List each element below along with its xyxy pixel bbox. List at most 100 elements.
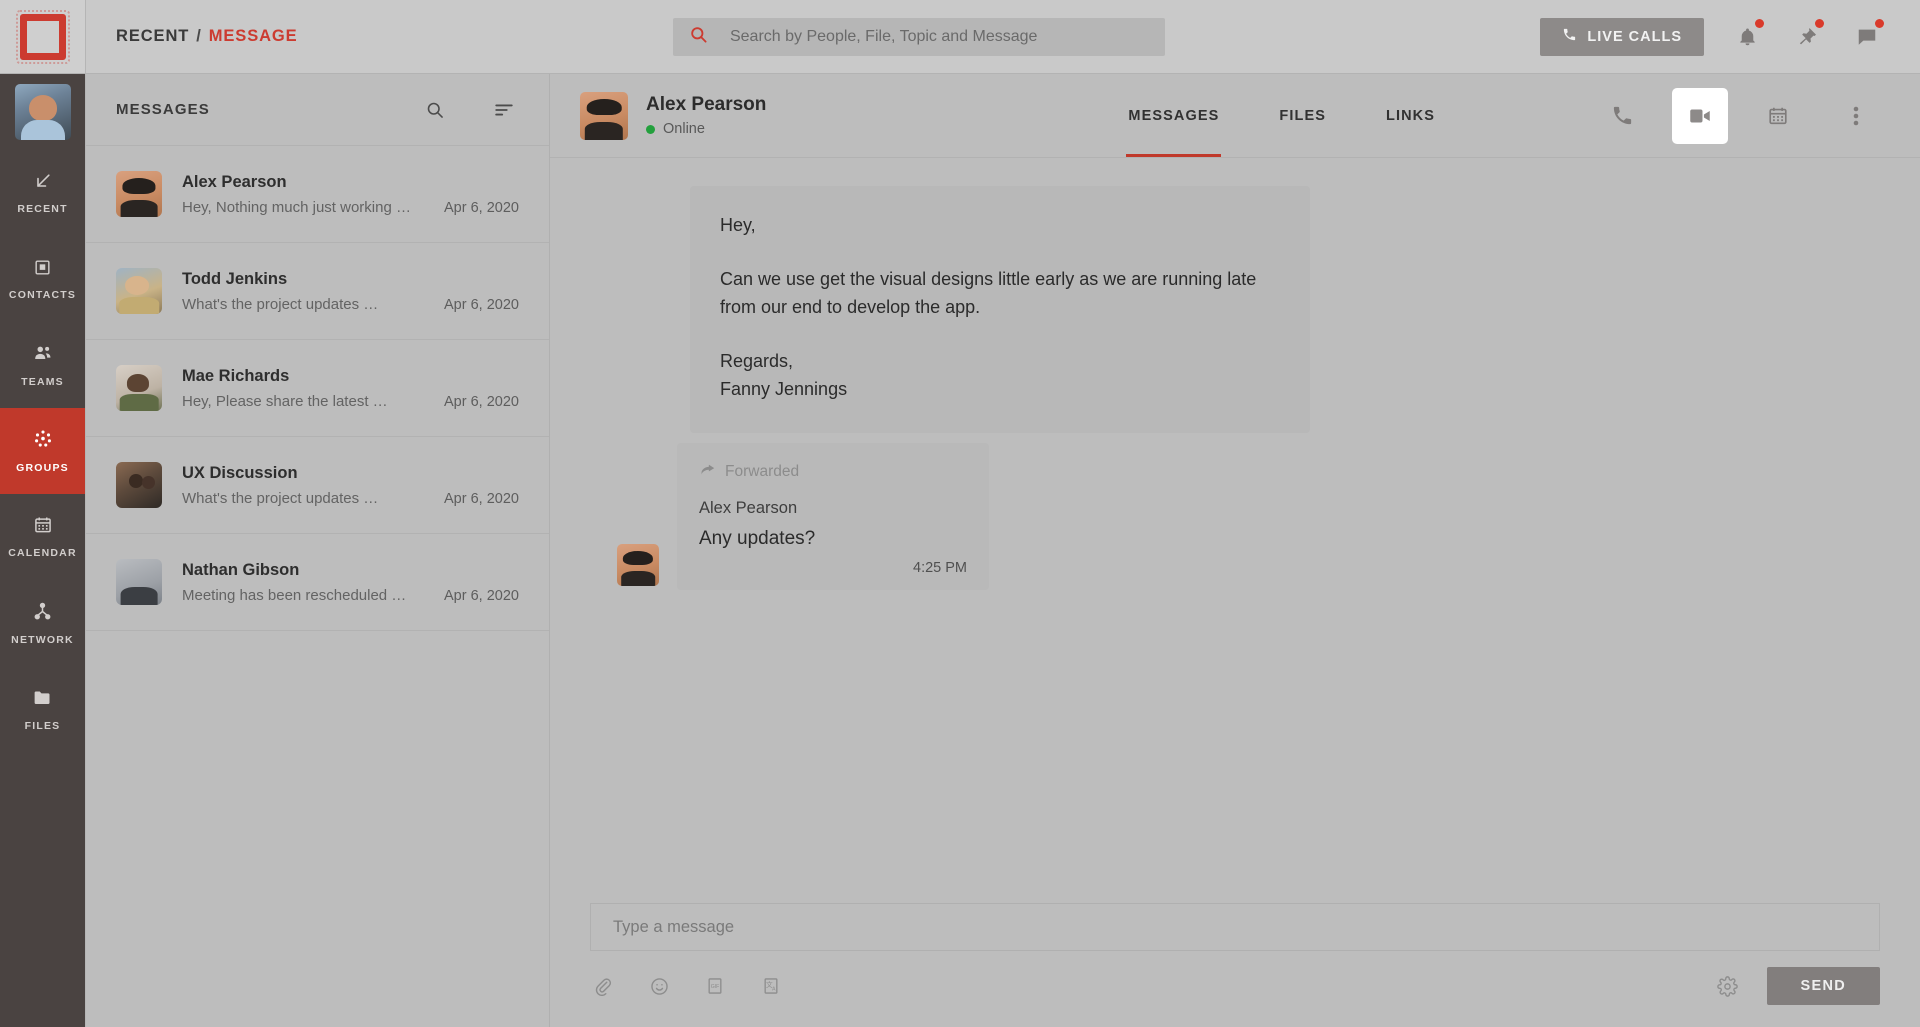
conversation-preview: Meeting has been rescheduled … [182, 586, 407, 604]
list-item[interactable]: UX Discussion What's the project updates… [86, 437, 549, 534]
list-item[interactable]: Mae Richards Hey, Please share the lates… [86, 340, 549, 437]
messages-area: Hey, Can we use get the visual designs l… [550, 158, 1920, 903]
composer-right-actions: SEND [1715, 967, 1880, 1005]
message-list-title: MESSAGES [116, 101, 210, 118]
conversation-date: Apr 6, 2020 [444, 296, 519, 313]
current-user-avatar[interactable] [0, 74, 85, 150]
sidebar-item-label: CALENDAR [8, 547, 77, 559]
live-calls-button[interactable]: LIVE CALLS [1540, 17, 1704, 56]
search-input[interactable] [729, 27, 1149, 46]
emoji-smiley-icon[interactable] [646, 973, 672, 999]
calendar-icon [33, 515, 53, 538]
avatar [116, 171, 162, 217]
list-item[interactable]: Alex Pearson Hey, Nothing much just work… [86, 146, 549, 243]
folder-icon [32, 687, 53, 711]
message-list-panel: MESSAGES Alex Pearson Hey, Nothing much … [86, 74, 550, 1027]
send-button[interactable]: SEND [1766, 967, 1880, 1005]
arrow-down-left-icon [33, 171, 53, 194]
group-dots-icon [32, 428, 54, 453]
conversation-list[interactable]: Alex Pearson Hey, Nothing much just work… [86, 146, 549, 631]
tab-files[interactable]: FILES [1277, 74, 1328, 157]
attachment-clip-icon[interactable] [590, 973, 616, 999]
avatar [580, 91, 628, 140]
sidebar-item-network[interactable]: NETWORK [0, 580, 85, 666]
message-line: Regards, [720, 350, 794, 371]
avatar [116, 268, 162, 314]
tab-links[interactable]: LINKS [1384, 74, 1437, 157]
top-bar: RECENT / MESSAGE LIVE CALLS [0, 0, 1920, 74]
message-bubble-forwarded: Forwarded Alex Pearson Any updates? 4:25… [677, 443, 989, 591]
sidebar-item-calendar[interactable]: CALENDAR [0, 494, 85, 580]
online-dot-icon [646, 124, 655, 134]
forward-arrow-icon [699, 461, 716, 483]
breadcrumb-separator: / [196, 27, 202, 45]
message-line: Can we use get the visual designs little… [720, 268, 1257, 317]
conversation-date: Apr 6, 2020 [444, 490, 519, 507]
notification-badge [1755, 18, 1764, 28]
breadcrumb-current: MESSAGE [208, 27, 298, 45]
avatar [116, 559, 162, 605]
search-icon[interactable] [425, 100, 445, 120]
avatar [116, 462, 162, 508]
pin-badge [1815, 18, 1824, 28]
phone-call-icon[interactable] [1594, 88, 1650, 144]
chat-icon[interactable] [1850, 18, 1884, 54]
list-item[interactable]: Todd Jenkins What's the project updates … [86, 243, 549, 340]
list-item-body: UX Discussion What's the project updates… [182, 464, 519, 507]
forwarded-message-row: Forwarded Alex Pearson Any updates? 4:25… [617, 443, 1880, 591]
gear-icon[interactable] [1715, 973, 1741, 999]
composer-toolbar: GIF 文 A SEND [590, 967, 1880, 1005]
message-line: Hey, [720, 215, 756, 235]
sidebar-item-recent[interactable]: RECENT [0, 150, 85, 236]
conversation-name: Nathan Gibson [182, 560, 300, 579]
global-search[interactable] [672, 17, 1165, 56]
left-sidebar: RECENT CONTACTS TEAMS GROUPS CALENDAR NE… [0, 74, 86, 1027]
gif-icon[interactable]: GIF [702, 973, 728, 999]
chat-badge [1875, 18, 1884, 28]
sidebar-item-contacts[interactable]: CONTACTS [0, 236, 85, 322]
sidebar-item-files[interactable]: FILES [0, 666, 85, 752]
avatar [14, 84, 71, 140]
composer-input-wrap[interactable] [590, 903, 1880, 951]
status-label: Online [663, 121, 705, 137]
message-bubble: Hey, Can we use get the visual designs l… [690, 186, 1310, 434]
sidebar-item-groups[interactable]: GROUPS [0, 408, 85, 494]
sidebar-item-label: RECENT [17, 203, 68, 215]
search-icon [689, 25, 708, 49]
video-call-icon[interactable] [1672, 87, 1728, 144]
message-input[interactable] [613, 917, 1857, 937]
chat-contact[interactable]: Alex Pearson Online [580, 91, 766, 140]
list-item-body: Nathan Gibson Meeting has been reschedul… [182, 561, 519, 604]
conversation-name: Todd Jenkins [182, 269, 288, 288]
sidebar-item-teams[interactable]: TEAMS [0, 322, 85, 408]
conversation-date: Apr 6, 2020 [444, 587, 519, 604]
list-item[interactable]: Nathan Gibson Meeting has been reschedul… [86, 534, 549, 631]
more-options-icon[interactable] [1828, 88, 1884, 144]
conversation-date: Apr 6, 2020 [444, 393, 519, 410]
notifications-bell-icon[interactable] [1730, 18, 1764, 54]
chat-actions [1594, 87, 1884, 144]
topbar-spacer-2 [1165, 0, 1540, 73]
chat-panel: Alex Pearson Online MESSAGES FILES LINKS [550, 74, 1920, 1027]
breadcrumb-root[interactable]: RECENT [116, 27, 189, 46]
message-list-actions [425, 99, 515, 121]
list-item-body: Mae Richards Hey, Please share the lates… [182, 367, 519, 410]
message-composer: GIF 文 A [550, 903, 1920, 1027]
translate-icon[interactable]: 文 A [758, 973, 784, 999]
tab-messages[interactable]: MESSAGES [1126, 74, 1222, 157]
avatar [617, 544, 659, 587]
network-nodes-icon [32, 601, 53, 625]
conversation-date: Apr 6, 2020 [444, 199, 519, 216]
logo-icon [15, 9, 70, 64]
list-item-body: Todd Jenkins What's the project updates … [182, 270, 519, 313]
calendar-icon[interactable] [1750, 88, 1806, 144]
app-window: RECENT / MESSAGE LIVE CALLS [0, 0, 1920, 1027]
conversation-preview: What's the project updates … [182, 295, 379, 313]
pin-icon[interactable] [1790, 18, 1824, 54]
app-logo[interactable] [0, 0, 86, 73]
people-icon [32, 342, 54, 367]
svg-text:A: A [772, 987, 776, 993]
avatar [116, 365, 162, 411]
sidebar-item-label: FILES [24, 719, 61, 732]
sort-filter-icon[interactable] [493, 99, 515, 121]
